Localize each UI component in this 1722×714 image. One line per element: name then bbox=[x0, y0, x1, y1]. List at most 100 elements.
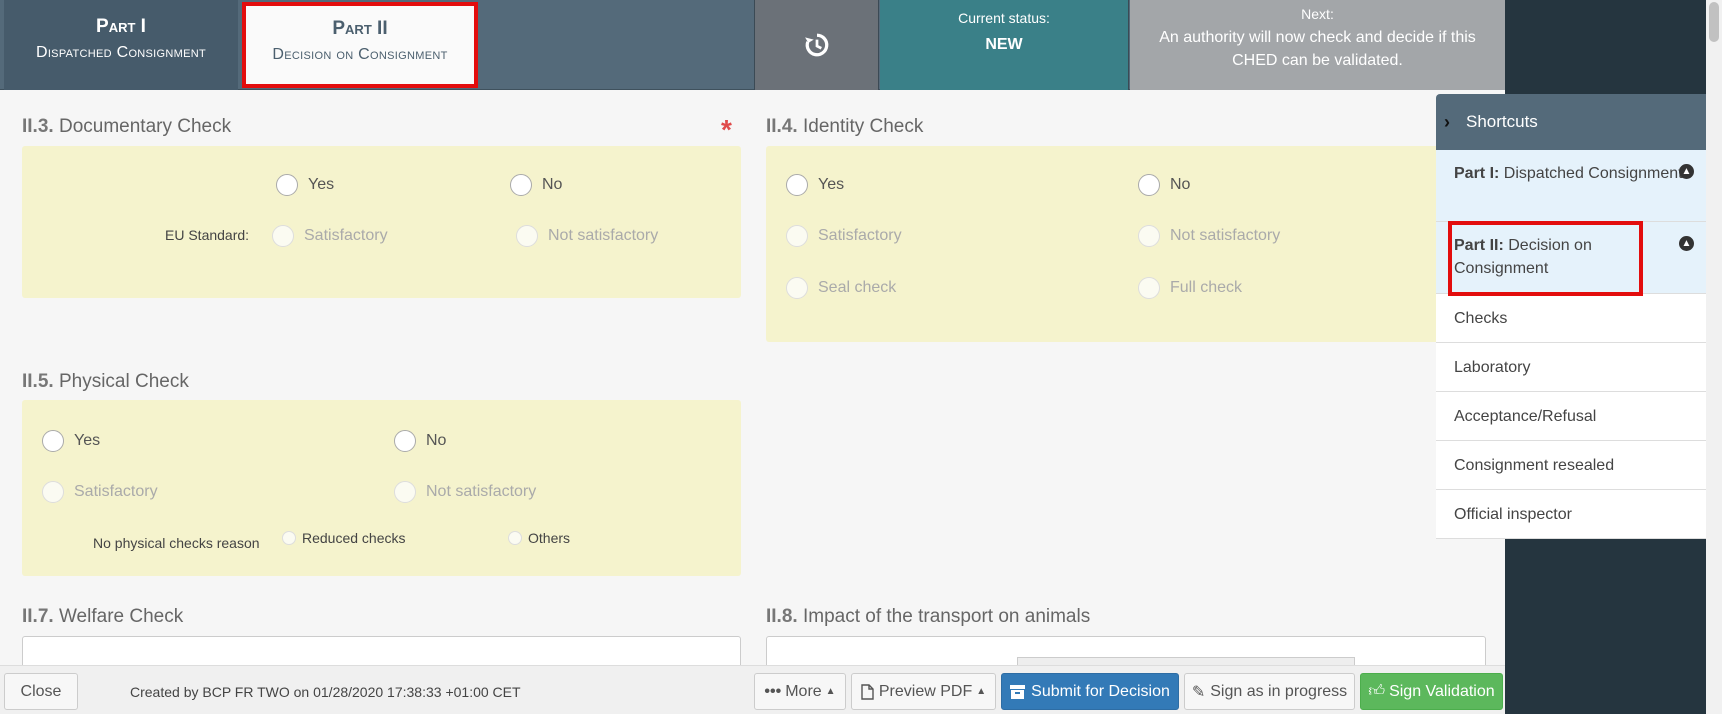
doc-yes-radio[interactable]: Yes bbox=[276, 174, 334, 196]
phys-yes-radio[interactable]: Yes bbox=[42, 430, 100, 452]
pencil-icon: ✎ bbox=[1191, 683, 1206, 701]
identity-check-box: Yes No Satisfactory Not satisfactory Sea… bbox=[766, 146, 1486, 342]
welfare-check-title: II.7. Welfare Check bbox=[22, 606, 183, 628]
option-label: Yes bbox=[818, 176, 845, 193]
submit-for-decision-button[interactable]: Submit for Decision bbox=[1001, 673, 1179, 710]
status-value: NEW bbox=[985, 36, 1023, 53]
section-label: Welfare Check bbox=[58, 606, 184, 627]
documentary-check-box: Yes No EU Standard: Satisfactory Not sat… bbox=[22, 146, 741, 298]
phys-no-radio[interactable]: No bbox=[394, 430, 446, 452]
option-label: Not satisfactory bbox=[548, 227, 659, 244]
close-button[interactable]: Close bbox=[4, 673, 78, 710]
radio-circle bbox=[282, 531, 296, 545]
sign-validation-label: Sign Validation bbox=[1389, 682, 1495, 700]
preview-pdf-label: Preview PDF bbox=[878, 682, 973, 700]
sign-progress-label: Sign as in progress bbox=[1210, 682, 1348, 700]
radio-circle bbox=[394, 481, 416, 503]
sign-as-in-progress-button[interactable]: ✎ Sign as in progress bbox=[1184, 673, 1355, 710]
section-label: Physical Check bbox=[58, 371, 189, 392]
id-full-check-radio[interactable]: Full check bbox=[1138, 277, 1242, 299]
documentary-check-title: II.3. Documentary Check bbox=[22, 116, 231, 138]
section-number: II.7. bbox=[22, 606, 54, 627]
section-label: Identity Check bbox=[802, 116, 924, 137]
id-yes-radio[interactable]: Yes bbox=[786, 174, 844, 196]
shortcut-acceptance-refusal[interactable]: Acceptance/Refusal bbox=[1436, 392, 1706, 441]
radio-circle bbox=[42, 430, 64, 452]
tab-part-2-title: Part II bbox=[332, 18, 388, 39]
status-label: Current status: bbox=[958, 10, 1050, 26]
radio-circle bbox=[508, 531, 522, 545]
doc-no-radio[interactable]: No bbox=[510, 174, 562, 196]
option-label: No bbox=[1170, 176, 1191, 193]
more-label: More bbox=[785, 682, 822, 700]
option-label: Yes bbox=[308, 176, 335, 193]
phys-satisfactory-radio[interactable]: Satisfactory bbox=[42, 481, 158, 503]
tab-part-2[interactable]: Part II Decision on Consignment bbox=[242, 2, 478, 88]
option-label: Reduced checks bbox=[302, 530, 406, 546]
tab-part-1[interactable]: Part I Dispatched Consignment bbox=[4, 0, 238, 90]
option-label: Others bbox=[528, 530, 571, 546]
shortcut-checks[interactable]: Checks bbox=[1436, 294, 1706, 343]
caret-up-icon: ▲ bbox=[976, 686, 987, 697]
id-not-satisfactory-radio[interactable]: Not satisfactory bbox=[1138, 225, 1280, 247]
option-label: Full check bbox=[1170, 279, 1243, 296]
history-button[interactable] bbox=[754, 0, 879, 90]
shortcut-laboratory[interactable]: Laboratory bbox=[1436, 343, 1706, 392]
physical-check-title: II.5. Physical Check bbox=[22, 371, 189, 393]
header-bar: Part I Dispatched Consignment Part II De… bbox=[0, 0, 1505, 90]
archive-icon bbox=[1010, 684, 1026, 699]
radio-circle bbox=[516, 225, 538, 247]
eu-standard-label: EU Standard: bbox=[165, 227, 250, 243]
shortcut-consignment-resealed[interactable]: Consignment resealed bbox=[1436, 441, 1706, 490]
scrollbar-thumb[interactable] bbox=[1709, 2, 1719, 42]
section-number: II.4. bbox=[766, 116, 798, 137]
radio-circle bbox=[272, 225, 294, 247]
history-icon bbox=[804, 33, 828, 57]
section-label: Documentary Check bbox=[58, 116, 232, 137]
doc-not-satisfactory-radio[interactable]: Not satisfactory bbox=[516, 225, 658, 247]
id-no-radio[interactable]: No bbox=[1138, 174, 1190, 196]
option-label: Satisfactory bbox=[818, 227, 902, 244]
option-label: Not satisfactory bbox=[1170, 227, 1281, 244]
preview-pdf-button[interactable]: Preview PDF ▲ bbox=[851, 673, 996, 710]
id-satisfactory-radio[interactable]: Satisfactory bbox=[786, 225, 902, 247]
shortcuts-panel: › Shortcuts Part I: Dispatched Consignme… bbox=[1436, 94, 1706, 539]
more-button[interactable]: ••• More ▲ bbox=[754, 673, 846, 710]
highlight-annotation bbox=[1448, 221, 1643, 296]
phys-others-radio[interactable]: Others bbox=[508, 530, 570, 546]
required-asterisk: * bbox=[721, 114, 732, 145]
option-label: Not satisfactory bbox=[426, 483, 537, 500]
no-physical-checks-reason-label: No physical checks reason bbox=[93, 535, 260, 551]
file-icon bbox=[861, 683, 874, 700]
tab-part-2-subtitle: Decision on Consignment bbox=[272, 46, 448, 63]
next-text: An authority will now check and decide i… bbox=[1159, 29, 1476, 69]
arrow-up-circle-icon: ▲ bbox=[1679, 164, 1694, 179]
shortcut-part-1[interactable]: Part I: Dispatched Consignment ▲ bbox=[1436, 150, 1706, 222]
sign-validation-button[interactable]: 👍︎ Sign Validation bbox=[1360, 673, 1503, 710]
phys-not-satisfactory-radio[interactable]: Not satisfactory bbox=[394, 481, 536, 503]
shortcut-bold: Part I: bbox=[1454, 165, 1500, 182]
caret-up-icon: ▲ bbox=[825, 686, 836, 697]
main-content: Part I Dispatched Consignment Part II De… bbox=[0, 0, 1505, 714]
section-label: Impact of the transport on animals bbox=[802, 606, 1091, 627]
radio-circle bbox=[1138, 225, 1160, 247]
phys-reduced-checks-radio[interactable]: Reduced checks bbox=[282, 530, 406, 546]
physical-check-box: Yes No Satisfactory Not satisfactory No … bbox=[22, 400, 741, 576]
shortcut-official-inspector[interactable]: Official inspector bbox=[1436, 490, 1706, 539]
footer-bar: Close Created by BCP FR TWO on 01/28/202… bbox=[0, 665, 1505, 714]
shortcuts-title: Shortcuts bbox=[1466, 112, 1538, 131]
option-label: Satisfactory bbox=[74, 483, 158, 500]
tab-part-1-title: Part I bbox=[96, 16, 146, 37]
next-step-panel: Next: An authority will now check and de… bbox=[1130, 0, 1505, 90]
status-panel: Current status: NEW bbox=[880, 0, 1129, 90]
radio-circle bbox=[786, 174, 808, 196]
page-scrollbar[interactable] bbox=[1706, 0, 1722, 714]
id-seal-check-radio[interactable]: Seal check bbox=[786, 277, 896, 299]
section-number: II.3. bbox=[22, 116, 54, 137]
radio-circle bbox=[394, 430, 416, 452]
radio-circle bbox=[42, 481, 64, 503]
shortcuts-header[interactable]: › Shortcuts bbox=[1436, 94, 1706, 150]
submit-label: Submit for Decision bbox=[1031, 682, 1170, 700]
created-info: Created by BCP FR TWO on 01/28/2020 17:3… bbox=[130, 684, 521, 700]
doc-satisfactory-radio[interactable]: Satisfactory bbox=[272, 225, 388, 247]
